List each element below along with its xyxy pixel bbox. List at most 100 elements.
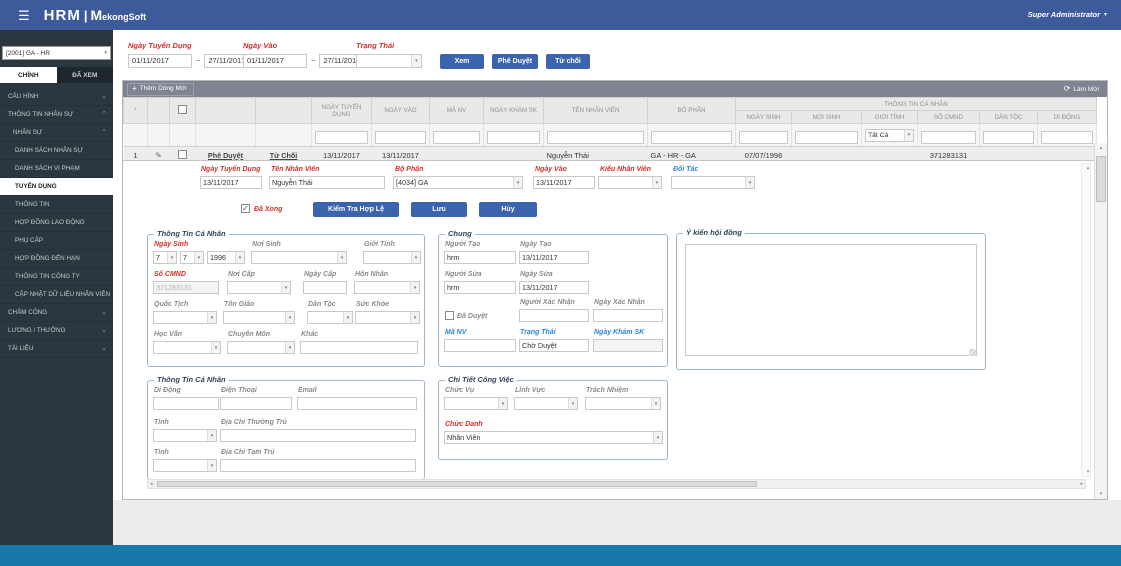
sidebar-item-tuyen-dung[interactable]: TUYỂN DỤNG <box>0 178 113 196</box>
filter-input-ngay-tuyen-dung[interactable] <box>315 131 368 144</box>
scroll-up-icon[interactable]: ▴ <box>1082 165 1094 171</box>
cancel-button[interactable]: Hủy <box>479 202 537 217</box>
birth-month-select[interactable]: 7 ▾ <box>180 251 204 264</box>
refresh-button[interactable]: ⟳ Làm Mới <box>1064 85 1099 93</box>
emp-code-input[interactable] <box>444 339 516 352</box>
col-header-gioi-tinh[interactable]: GIỚI TÍNH <box>861 110 918 124</box>
start-date-from-input[interactable] <box>243 53 307 68</box>
education-select[interactable]: ▾ <box>153 341 221 354</box>
created-date-input[interactable] <box>519 251 589 264</box>
religion-select[interactable]: ▾ <box>223 311 295 324</box>
tab-chinh[interactable]: CHÍNH <box>0 67 57 83</box>
issue-date-input[interactable] <box>303 281 347 294</box>
status-select[interactable]: ▾ <box>356 53 422 68</box>
scroll-right-icon[interactable]: ▸ <box>1080 480 1083 488</box>
col-header-ma-nv[interactable]: MÃ NV <box>429 97 484 124</box>
nationality-select[interactable]: ▾ <box>153 311 217 324</box>
sidebar-item-thong-tin[interactable]: THÔNG TIN <box>0 196 113 214</box>
creator-input[interactable] <box>444 251 516 264</box>
col-header-so-cmnd[interactable]: SỐ CMND <box>917 110 980 124</box>
hire-date-from-input[interactable] <box>128 53 192 68</box>
filter-input-ngay-kham-sk[interactable] <box>487 131 540 144</box>
perm-province-select[interactable]: ▾ <box>153 429 217 442</box>
approve-button[interactable]: Phê Duyệt <box>492 54 538 69</box>
horizontal-scroll-thumb[interactable] <box>157 481 757 487</box>
col-header-bo-phan[interactable]: BỘ PHẬN <box>647 97 736 124</box>
council-opinion-textarea[interactable] <box>685 244 977 356</box>
grid-vertical-scrollbar[interactable]: ▴ ▾ <box>1094 143 1107 499</box>
scroll-down-icon[interactable]: ▾ <box>1095 491 1107 497</box>
sidebar-item-thong-tin-nhan-su[interactable]: THÔNG TIN NHÂN SỰ ⌃ <box>0 106 113 124</box>
filter-input-ma-nv[interactable] <box>433 131 480 144</box>
select-all-checkbox[interactable] <box>178 105 187 114</box>
col-header-ngay-vao[interactable]: NGÀY VÀO <box>371 97 430 124</box>
modifier-input[interactable] <box>444 281 516 294</box>
hamburger-menu-icon[interactable]: ☰ <box>18 9 30 22</box>
filter-input-ngay-sinh[interactable] <box>739 131 788 144</box>
birth-place-select[interactable]: ▾ <box>251 251 347 264</box>
filter-input-ten-nhan-vien[interactable] <box>547 131 644 144</box>
sidebar-item-danh-sach-vi-pham[interactable]: DANH SÁCH VI PHẠM <box>0 160 113 178</box>
perm-address-input[interactable] <box>220 429 416 442</box>
other-input[interactable] <box>300 341 418 354</box>
view-button[interactable]: Xem <box>440 54 484 69</box>
col-header-ten-nhan-vien[interactable]: TÊN NHÂN VIÊN <box>543 97 648 124</box>
confirm-date-input[interactable] <box>593 309 663 322</box>
job-title-select[interactable]: Nhân Viên ▾ <box>444 431 663 444</box>
sidebar-item-nhan-su[interactable]: NHÂN SỰ ⌃ <box>0 124 113 142</box>
resize-grip-icon[interactable] <box>969 349 976 356</box>
sidebar-item-cap-nhat-du-lieu-nhan-vien[interactable]: CẬP NHẬT DỮ LIỆU NHÂN VIÊN <box>0 286 113 304</box>
detail-employee-name-input[interactable] <box>269 176 385 189</box>
sidebar-item-luong-thuong[interactable]: LƯƠNG / THƯỞNG ⌄ <box>0 322 113 340</box>
field-select[interactable]: ▾ <box>514 397 578 410</box>
row-approve-link[interactable]: Phê Duyệt <box>208 151 243 160</box>
detail-department-select[interactable]: [4034] GA ▾ <box>393 176 523 189</box>
scroll-down-icon[interactable]: ▾ <box>1082 469 1094 475</box>
birth-year-select[interactable]: 1996 ▾ <box>207 251 245 264</box>
confirmer-input[interactable] <box>519 309 589 322</box>
filter-input-bo-phan[interactable] <box>651 131 732 144</box>
done-checkbox[interactable]: ✓ <box>241 204 250 213</box>
id-number-input[interactable] <box>153 281 219 294</box>
vertical-scroll-thumb[interactable] <box>1096 156 1106 202</box>
filter-input-noi-sinh[interactable] <box>795 131 858 144</box>
col-header-ngay-tuyen-dung[interactable]: NGÀY TUYỂN DỤNG <box>311 97 372 124</box>
tab-da-xem[interactable]: ĐÃ XEM <box>56 67 113 83</box>
save-button[interactable]: Lưu <box>411 202 467 217</box>
responsibility-select[interactable]: ▾ <box>585 397 661 410</box>
filter-gender-select[interactable]: Tất Cả ▾ <box>865 128 914 142</box>
marital-status-select[interactable]: ▾ <box>354 281 420 294</box>
filter-input-dan-toc[interactable] <box>983 131 1034 144</box>
validate-button[interactable]: Kiểm Tra Hợp Lệ <box>313 202 399 217</box>
email-input[interactable] <box>297 397 417 410</box>
scroll-up-icon[interactable]: ▴ <box>1095 145 1107 151</box>
organization-select[interactable]: [2001] GA - HR ▾ <box>2 46 111 60</box>
modified-date-input[interactable] <box>519 281 589 294</box>
col-header-noi-sinh[interactable]: NƠI SINH <box>791 110 862 124</box>
temp-province-select[interactable]: ▾ <box>153 459 217 472</box>
sidebar-item-phu-cap[interactable]: PHỤ CẤP <box>0 232 113 250</box>
phone-input[interactable] <box>220 397 292 410</box>
edit-row-icon[interactable]: ✎ <box>155 151 162 160</box>
sidebar-item-cham-cong[interactable]: CHẤM CÔNG ⌄ <box>0 304 113 322</box>
detail-employee-type-select[interactable]: ▾ <box>598 176 662 189</box>
gender-select[interactable]: ▾ <box>363 251 421 264</box>
sidebar-item-hop-dong-lao-dong[interactable]: HỢP ĐỒNG LAO ĐỘNG <box>0 214 113 232</box>
detail-hire-date-input[interactable] <box>200 176 262 189</box>
temp-address-input[interactable] <box>220 459 416 472</box>
detail-horizontal-scrollbar[interactable]: ◂ ▸ <box>147 479 1086 489</box>
specialty-select[interactable]: ▾ <box>227 341 295 354</box>
user-menu[interactable]: Super Administrator ▾ <box>1028 11 1107 19</box>
filter-input-so-cmnd[interactable] <box>921 131 976 144</box>
col-header-ngay-kham-sk[interactable]: NGÀY KHÁM SK <box>483 97 544 124</box>
status-input[interactable] <box>519 339 589 352</box>
scroll-left-icon[interactable]: ◂ <box>150 480 153 488</box>
col-header-ngay-sinh[interactable]: NGÀY SINH <box>735 110 792 124</box>
sidebar-item-hop-dong-den-han[interactable]: HỢP ĐỒNG ĐẾN HẠN <box>0 250 113 268</box>
filter-input-ngay-vao[interactable] <box>375 131 426 144</box>
col-header-di-dong[interactable]: DI ĐỘNG <box>1036 110 1098 124</box>
birth-day-select[interactable]: 7 ▾ <box>153 251 177 264</box>
position-select[interactable]: ▾ <box>444 397 508 410</box>
sidebar-item-danh-sach-nhan-su[interactable]: DANH SÁCH NHÂN SỰ <box>0 142 113 160</box>
sidebar-item-cau-hinh[interactable]: CẤU HÌNH ⌄ <box>0 88 113 106</box>
